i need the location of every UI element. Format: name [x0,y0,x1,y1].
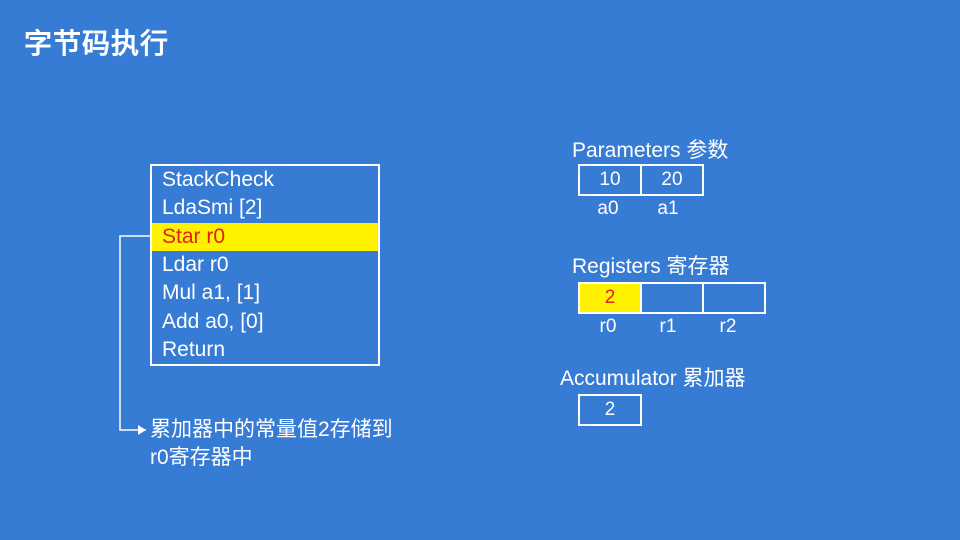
registers-cells: 2 [578,282,766,314]
register-cell-r0: 2 [578,282,642,314]
parameters-names: a0 a1 [578,198,698,220]
parameters-label: Parameters 参数 [572,134,728,164]
register-name-r1: r1 [638,316,698,338]
annotation-text: 累加器中的常量值2存储到r0寄存器中 [150,416,410,473]
bytecode-instruction: Star r0 [152,223,378,251]
param-name-a1: a1 [638,198,698,220]
bytecode-instruction: Return [152,336,378,364]
bytecode-listing: StackCheckLdaSmi [2]Star r0Ldar r0Mul a1… [150,164,380,366]
register-cell-r1 [640,282,704,314]
register-name-r0: r0 [578,316,638,338]
accumulator-label: Accumulator 累加器 [560,362,746,392]
register-name-r2: r2 [698,316,758,338]
registers-label: Registers 寄存器 [572,250,730,280]
param-cell-a1: 20 [640,164,704,196]
bytecode-instruction: Mul a1, [1] [152,279,378,307]
accumulator-value: 2 [578,394,642,426]
page-title: 字节码执行 [24,22,169,62]
bytecode-instruction: Add a0, [0] [152,308,378,336]
param-name-a0: a0 [578,198,638,220]
bytecode-instruction: LdaSmi [2] [152,194,378,222]
registers-names: r0 r1 r2 [578,316,758,338]
bytecode-instruction: StackCheck [152,166,378,194]
register-cell-r2 [702,282,766,314]
bytecode-instruction: Ldar r0 [152,251,378,279]
param-cell-a0: 10 [578,164,642,196]
annotation-arrow [108,220,152,440]
parameters-cells: 10 20 [578,164,704,196]
